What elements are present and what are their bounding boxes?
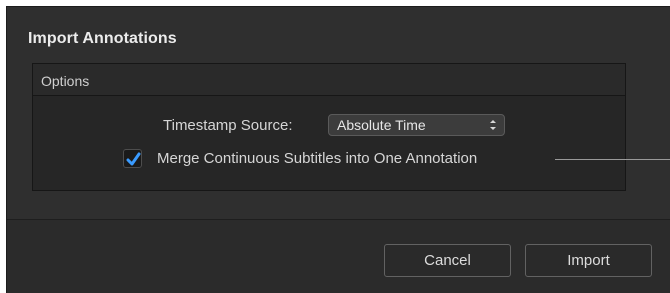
- import-button[interactable]: Import: [525, 244, 652, 277]
- updown-chevron-icon: [488, 117, 498, 133]
- timestamp-source-value: Absolute Time: [337, 117, 426, 133]
- callout-line: [555, 159, 670, 160]
- options-group: Options Timestamp Source: Absolute Time …: [32, 63, 626, 191]
- merge-subtitles-checkbox[interactable]: [123, 149, 142, 168]
- timestamp-source-popup[interactable]: Absolute Time: [328, 114, 505, 136]
- timestamp-source-label: Timestamp Source:: [163, 117, 293, 134]
- checkmark-icon: [126, 152, 141, 166]
- merge-subtitles-label[interactable]: Merge Continuous Subtitles into One Anno…: [157, 150, 477, 167]
- options-header: Options: [33, 64, 625, 96]
- options-header-label: Options: [41, 73, 90, 89]
- dialog-title: Import Annotations: [28, 30, 177, 47]
- import-annotations-dialog: Import Annotations Options Timestamp Sou…: [6, 6, 670, 293]
- cancel-button[interactable]: Cancel: [384, 244, 511, 277]
